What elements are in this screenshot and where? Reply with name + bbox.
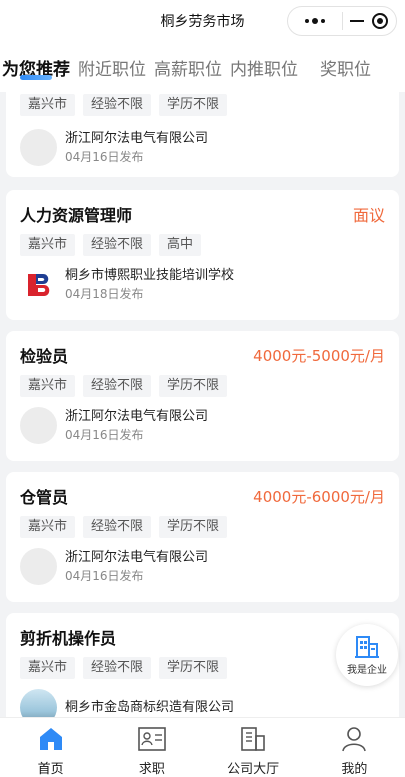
nav-label: 求职 [138, 762, 165, 777]
tab-recommend[interactable]: 为您推荐 [0, 42, 74, 92]
tab-reward[interactable]: 奖职位 [316, 42, 375, 92]
tag-education: 学历不限 [159, 657, 228, 679]
tab-label: 附近职位 [78, 59, 146, 80]
job-tags: 嘉兴市 经验不限 高中 [20, 234, 385, 256]
nav-home[interactable]: 首页 [0, 718, 101, 777]
nav-label: 公司大厅 [227, 762, 280, 777]
job-tags: 嘉兴市 经验不限 学历不限 [20, 657, 385, 679]
active-tab-indicator [20, 75, 52, 80]
job-salary: 4000元-5000元/月 [253, 346, 385, 365]
enterprise-entry-button[interactable]: 我是企业 [336, 624, 398, 686]
tag-experience: 经验不限 [83, 516, 152, 538]
nav-job-search[interactable]: 求职 [101, 718, 202, 777]
category-tabs: 为您推荐 附近职位 高薪职位 内推职位 奖职位 [0, 42, 405, 92]
tag-education: 学历不限 [159, 94, 228, 116]
company-logo [20, 407, 57, 444]
job-title: 检验员 [20, 347, 69, 366]
job-feed[interactable]: 嘉兴市 经验不限 学历不限 浙江阿尔法电气有限公司 04月16日发布 人力资源管… [0, 92, 405, 717]
company-name: 桐乡市金岛商标织造有限公司 [65, 699, 235, 715]
nav-label: 我的 [341, 762, 368, 777]
top-bar: 桐乡劳务市场 [0, 0, 405, 42]
tag-experience: 经验不限 [83, 657, 152, 679]
home-icon [36, 724, 66, 754]
tab-label: 内推职位 [230, 59, 298, 80]
job-card[interactable]: 检验员 4000元-5000元/月 嘉兴市 经验不限 学历不限 浙江阿尔法电气有… [6, 331, 399, 461]
tag-experience: 经验不限 [83, 375, 152, 397]
tab-nearby[interactable]: 附近职位 [74, 42, 150, 92]
tag-education: 学历不限 [159, 516, 228, 538]
nav-company-hall[interactable]: 公司大厅 [203, 718, 304, 777]
job-title: 人力资源管理师 [20, 206, 133, 225]
resume-icon [137, 724, 167, 754]
job-tags: 嘉兴市 经验不限 学历不限 [20, 516, 385, 538]
more-dots-icon [304, 18, 325, 24]
tab-high-salary[interactable]: 高薪职位 [150, 42, 226, 92]
company-info: 浙江阿尔法电气有限公司 04月16日发布 [20, 407, 385, 444]
app-title: 桐乡劳务市场 [160, 14, 245, 30]
tab-label: 奖职位 [320, 59, 371, 80]
company-logo [20, 548, 57, 585]
tab-label: 高薪职位 [154, 59, 222, 80]
tab-referral[interactable]: 内推职位 [226, 42, 302, 92]
publish-date: 04月16日发布 [65, 427, 144, 442]
job-salary: 面议 [352, 206, 385, 225]
publish-date: 04月16日发布 [65, 568, 144, 583]
tag-education: 学历不限 [159, 375, 228, 397]
bottom-navigation: 首页 求职 公司大厅 我的 [0, 717, 405, 777]
job-card[interactable]: 嘉兴市 经验不限 学历不限 浙江阿尔法电气有限公司 04月16日发布 [6, 92, 399, 177]
tag-location: 嘉兴市 [20, 234, 76, 256]
tag-location: 嘉兴市 [20, 94, 76, 116]
company-name: 浙江阿尔法电气有限公司 [65, 549, 209, 565]
tag-location: 嘉兴市 [20, 375, 76, 397]
company-name: 浙江阿尔法电气有限公司 [65, 408, 209, 424]
job-card[interactable]: 人力资源管理师 面议 嘉兴市 经验不限 高中 桐乡市博熙职业技能培训学校 04月… [6, 190, 399, 320]
publish-date: 04月16日发布 [65, 149, 144, 164]
job-header: 人力资源管理师 面议 [20, 202, 385, 226]
job-salary: 4000元-6000元/月 [253, 487, 385, 506]
user-icon [339, 724, 369, 754]
school-logo-icon [27, 273, 49, 296]
company-logo [20, 129, 57, 166]
close-capsule-button[interactable] [343, 7, 397, 35]
company-logo [20, 266, 57, 303]
more-button[interactable] [288, 7, 342, 35]
minimize-icon [350, 20, 365, 22]
company-info: 浙江阿尔法电气有限公司 04月16日发布 [20, 129, 385, 166]
tag-location: 嘉兴市 [20, 657, 76, 679]
job-tags: 嘉兴市 经验不限 学历不限 [20, 375, 385, 397]
company-info: 桐乡市博熙职业技能培训学校 04月18日发布 [20, 266, 385, 303]
close-target-icon [372, 13, 389, 29]
tag-location: 嘉兴市 [20, 516, 76, 538]
enterprise-label: 我是企业 [347, 664, 387, 676]
job-header: 检验员 4000元-5000元/月 [20, 343, 385, 367]
mini-program-capsule [287, 6, 397, 36]
company-name: 浙江阿尔法电气有限公司 [65, 130, 209, 146]
company-info: 桐乡市金岛商标织造有限公司 [20, 689, 385, 717]
publish-date: 04月18日发布 [65, 286, 144, 301]
tag-experience: 经验不限 [83, 94, 152, 116]
tag-education: 高中 [159, 234, 202, 256]
job-card[interactable]: 仓管员 4000元-6000元/月 嘉兴市 经验不限 学历不限 浙江阿尔法电气有… [6, 472, 399, 602]
job-header: 剪折机操作员 [20, 625, 385, 649]
job-header: 仓管员 4000元-6000元/月 [20, 484, 385, 508]
job-title: 仓管员 [20, 488, 69, 507]
job-title: 剪折机操作员 [20, 629, 117, 648]
building-icon [238, 724, 268, 754]
nav-label: 首页 [37, 762, 64, 777]
job-tags: 嘉兴市 经验不限 学历不限 [20, 94, 385, 116]
nav-profile[interactable]: 我的 [304, 718, 405, 777]
company-name: 桐乡市博熙职业技能培训学校 [65, 267, 235, 283]
company-logo [20, 689, 57, 717]
enterprise-building-icon [355, 635, 379, 658]
company-info: 浙江阿尔法电气有限公司 04月16日发布 [20, 548, 385, 585]
tag-experience: 经验不限 [83, 234, 152, 256]
